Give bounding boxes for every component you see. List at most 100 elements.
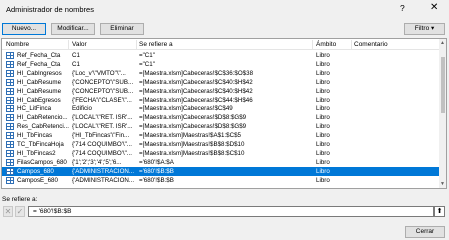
collapse-dialog-icon[interactable]: ⬆ (434, 206, 445, 217)
scroll-down-icon[interactable]: ▼ (440, 181, 445, 187)
named-range-icon (6, 114, 14, 122)
row-scope: Libro (316, 78, 330, 86)
filter-button[interactable]: Filtro ▾ (404, 23, 445, 35)
name-row[interactable]: HI_TbFincas2 {'714 COQUIMBO'\"... =[Maestr… (2, 149, 439, 158)
row-value: {'CONCEPTO'\"SUB... (72, 87, 134, 95)
named-range-icon (6, 167, 14, 175)
named-range-icon (6, 176, 14, 184)
list-header: Nombre Valor Se refiere a Ámbito Comenta… (2, 39, 439, 50)
column-header-name[interactable]: Nombre (6, 41, 29, 48)
row-name: FilasCampos_680 (17, 158, 67, 166)
row-name: HI_CabResume (17, 87, 62, 95)
row-refers-to: =[Maestra.xlsm]Cabeceras!$D$8:$G$9 (139, 123, 247, 131)
named-range-icon (6, 69, 14, 77)
row-name: Ref_Fecha_Cta (17, 52, 61, 59)
name-row[interactable]: Ref_Fecha_Cta C1 ="C1" Libro (2, 60, 439, 69)
column-header-value[interactable]: Valor (72, 41, 87, 48)
close-button[interactable]: Cerrar (405, 226, 445, 238)
name-row[interactable]: HI_CabEgresos {'FECHA'\"CLASE'\"... =[Maes… (2, 96, 439, 105)
named-range-icon (6, 96, 14, 104)
row-refers-to: =[Maestra.xlsm]Maestras!$B$8:$C$10 (139, 149, 245, 157)
row-value: C1 (72, 52, 80, 59)
row-scope: Libro (316, 114, 330, 122)
named-range-icon (6, 87, 14, 95)
name-row[interactable]: HC_LitFinca Edificio =[Maestra.xlsm]Cabece… (2, 104, 439, 113)
row-name: HI_CabRetencio... (17, 114, 68, 122)
row-value: {'ADMINISTRACION... (72, 176, 135, 184)
name-row[interactable]: HI_CabResume {'CONCEPTO'\"SUB... =[Maestra… (2, 78, 439, 87)
column-header-refers-to[interactable]: Se refiere a (139, 41, 173, 48)
row-name: Ref_Fecha_Cta (17, 60, 61, 68)
name-row[interactable]: Ref_Fecha_Cta C1 ="C1" Libro (2, 51, 439, 60)
row-refers-to: ='680'!$B:$B (139, 167, 174, 175)
refers-to-input[interactable]: = '680'!$B:$B (28, 206, 434, 217)
row-scope: Libro (316, 96, 330, 104)
row-value: {'CONCEPTO'\"SUB... (72, 78, 134, 86)
vertical-scrollbar[interactable]: ▲ ▼ (439, 39, 446, 188)
row-value: {'1';'2';'3';'4';'5';'6... (72, 158, 122, 166)
help-button[interactable]: ? (400, 3, 405, 13)
row-name: Res_CabRetenci... (17, 123, 69, 131)
row-scope: Libro (316, 52, 330, 59)
name-row[interactable]: HI_CabRetencio... {'LOCAL'\"RET. ISR'... =… (2, 113, 439, 122)
named-range-icon (6, 52, 14, 59)
row-scope: Libro (316, 69, 330, 77)
scroll-up-icon[interactable]: ▲ (440, 40, 445, 46)
row-value: {'HI_TbFincas'\"Fin... (72, 132, 130, 140)
row-scope: Libro (316, 60, 330, 68)
row-name: HC_LitFinca (17, 105, 52, 113)
close-window-button[interactable]: ✕ (430, 2, 438, 13)
row-value: Edificio (72, 105, 92, 113)
title-bar: Administrador de nombres ? ✕ (0, 0, 449, 18)
row-value: {'714 COQUIMBO'\"... (72, 149, 132, 157)
row-value: {'LOCAL'\"RET. ISR'... (72, 114, 133, 122)
row-refers-to: =[Maestra.xlsm]Maestras!$A$1:$C$5 (139, 132, 241, 140)
name-row[interactable]: TC_TbFincaHoja {'714 COQUIMBO'\"... =[Maes… (2, 140, 439, 149)
row-scope: Libro (316, 167, 330, 175)
delete-name-button[interactable]: Eliminar (100, 23, 144, 35)
name-row[interactable]: HI_CabResume {'CONCEPTO'\"SUB... =[Maestra… (2, 87, 439, 96)
row-value: {'LOCAL'\"RET. ISR'... (72, 123, 133, 131)
scroll-thumb[interactable] (441, 57, 445, 113)
column-header-scope[interactable]: Ámbito (316, 41, 336, 48)
row-value: {'Loc_v'\"VMTO"\"... (72, 69, 126, 77)
row-refers-to: ='680'!$A:$A (139, 158, 174, 166)
named-range-icon (6, 132, 14, 140)
edit-name-button[interactable]: Modificar... (51, 23, 95, 35)
row-refers-to: =[Maestra.xlsm]Cabeceras!$C$40:$H$42 (139, 87, 253, 95)
name-row[interactable]: FilasCampos_680 {'1';'2';'3';'4';'5';'6..… (2, 158, 439, 167)
row-value: {'714 COQUIMBO'\"... (72, 141, 132, 148)
row-refers-to: =[Maestra.xlsm]Cabeceras!$C$40:$H$42 (139, 78, 253, 86)
named-range-icon (6, 141, 14, 148)
row-refers-to: =[Maestra.xlsm]Cabeceras!$C$49 (139, 105, 233, 113)
row-scope: Libro (316, 105, 330, 113)
row-scope: Libro (316, 141, 330, 148)
name-row[interactable]: Res_CabRetenci... {'LOCAL'\"RET. ISR'... =… (2, 122, 439, 131)
name-row[interactable]: Campos_680 {'ADMINISTRACION... ='680'!$B:$… (2, 166, 439, 176)
row-refers-to: ="C1" (139, 52, 155, 59)
row-name: HI_TbFincas2 (17, 149, 56, 157)
name-row[interactable]: HI_CabIngresos {'Loc_v'\"VMTO"\"... =[Maes… (2, 69, 439, 78)
named-range-icon (6, 158, 14, 166)
row-name: HI_CabIngresos (17, 69, 62, 77)
name-row[interactable]: HI_TbFincas {'HI_TbFincas'\"Fin... =[Maest… (2, 131, 439, 140)
window-title: Administrador de nombres (6, 5, 94, 14)
named-range-icon (6, 78, 14, 86)
row-value: {'ADMINISTRACION... (72, 167, 135, 175)
cancel-edit-icon[interactable]: ✕ (3, 206, 13, 217)
new-name-button[interactable]: Nuevo... (2, 23, 46, 35)
row-value: C1 (72, 60, 80, 68)
column-header-comment[interactable]: Comentario (354, 41, 388, 48)
row-name: HI_CabResume (17, 78, 62, 86)
refers-to-label: Se refiere a: (2, 196, 38, 203)
row-refers-to: =[Maestra.xlsm]Cabeceras!$C$44:$H$46 (139, 96, 253, 104)
name-row[interactable]: CamposE_680 {'ADMINISTRACION... ='680'!$B:… (2, 176, 439, 185)
row-scope: Libro (316, 123, 330, 131)
named-range-icon (6, 105, 14, 113)
row-name: TC_TbFincaHoja (17, 141, 64, 148)
named-range-icon (6, 60, 14, 68)
row-name: CamposE_680 (17, 176, 58, 184)
names-list[interactable]: Nombre Valor Se refiere a Ámbito Comenta… (1, 38, 447, 189)
row-scope: Libro (316, 87, 330, 95)
confirm-edit-icon[interactable]: ✓ (15, 206, 25, 217)
